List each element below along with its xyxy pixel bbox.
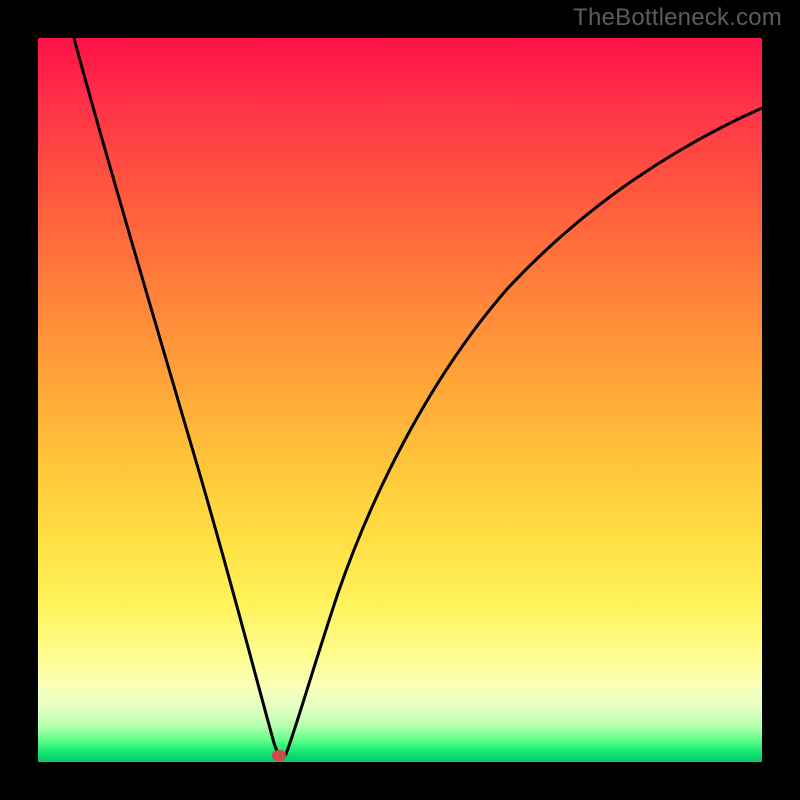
curve-path: [74, 38, 762, 757]
chart-plot-area: [38, 38, 762, 762]
optimal-point-marker: [272, 750, 286, 761]
watermark-text: TheBottleneck.com: [573, 4, 782, 32]
bottleneck-curve: [38, 38, 762, 762]
